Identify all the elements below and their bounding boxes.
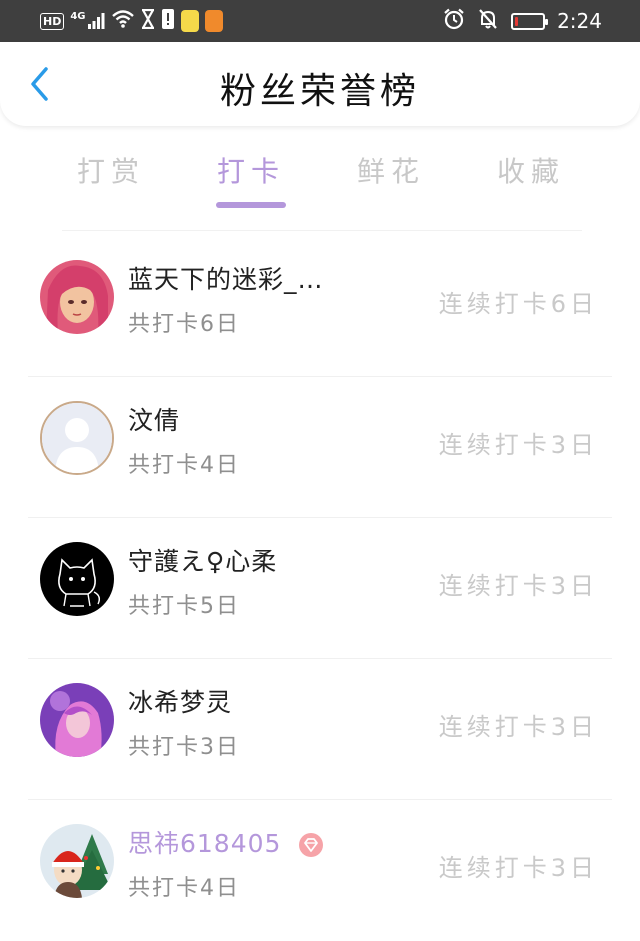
app-notification-icon [180, 10, 199, 32]
notification-alert-icon [161, 8, 175, 34]
active-tab-indicator [216, 202, 286, 208]
video-app-notification-icon [204, 10, 223, 32]
avatar [40, 260, 114, 334]
status-icons-right: 2:24 [443, 8, 602, 34]
list-item[interactable]: 冰希梦灵 共打卡3日 连续打卡3日 [0, 659, 640, 800]
status-bar: HD 4G 2:24 [0, 0, 640, 42]
total-checkins: 共打卡4日 [128, 453, 240, 478]
clock: 2:24 [557, 9, 602, 33]
hd-icon: HD [40, 12, 65, 30]
fan-name: 思祎618405 [128, 824, 324, 860]
total-checkins: 共打卡6日 [128, 312, 240, 337]
avatar [40, 401, 114, 475]
network-type: 4G [70, 11, 86, 22]
list-item[interactable]: 思祎618405 共打卡4日 连续打卡3日 [0, 800, 640, 941]
wifi-icon [111, 9, 135, 33]
signal-icon: 4G [70, 11, 105, 30]
fan-name: 蓝天下的迷彩_… [128, 265, 324, 294]
page-title: 粉丝荣誉榜 [219, 71, 420, 112]
tab-favorites[interactable]: 收藏 [476, 150, 586, 190]
avatar [40, 542, 114, 616]
total-checkins: 共打卡3日 [128, 735, 240, 760]
status-icons-left: HD 4G [40, 8, 223, 34]
streak-label: 连续打卡3日 [438, 572, 598, 600]
fan-name: 汶倩 [128, 406, 181, 435]
header: 粉丝荣誉榜 [0, 42, 640, 126]
tab-checkin[interactable]: 打卡 [196, 150, 306, 190]
list-item[interactable]: 汶倩 共打卡4日 连续打卡3日 [0, 377, 640, 518]
streak-label: 连续打卡3日 [438, 854, 598, 882]
divider [62, 230, 582, 231]
avatar [40, 824, 114, 898]
hourglass-icon [141, 8, 155, 33]
vip-diamond-icon [299, 833, 324, 857]
mute-bell-icon [477, 8, 499, 34]
fan-name: 冰希梦灵 [128, 688, 233, 717]
total-checkins: 共打卡5日 [128, 594, 240, 619]
tab-reward[interactable]: 打赏 [56, 150, 166, 190]
tab-bar: 打赏 打卡 鲜花 收藏 [0, 126, 640, 218]
streak-label: 连续打卡3日 [438, 713, 598, 741]
streak-label: 连续打卡6日 [438, 290, 598, 318]
streak-label: 连续打卡3日 [438, 431, 598, 459]
alarm-icon [443, 8, 465, 34]
battery-level [515, 16, 519, 26]
total-checkins: 共打卡4日 [128, 876, 240, 901]
list-item[interactable]: 守護え♀心柔 共打卡5日 连续打卡3日 [0, 518, 640, 659]
fan-name: 守護え♀心柔 [128, 547, 278, 576]
avatar [40, 683, 114, 757]
tab-flowers[interactable]: 鲜花 [336, 150, 446, 190]
list-item[interactable]: 蓝天下的迷彩_… 共打卡6日 连续打卡6日 [0, 236, 640, 377]
battery-icon [511, 12, 549, 30]
fan-name-text: 思祎618405 [128, 829, 282, 858]
